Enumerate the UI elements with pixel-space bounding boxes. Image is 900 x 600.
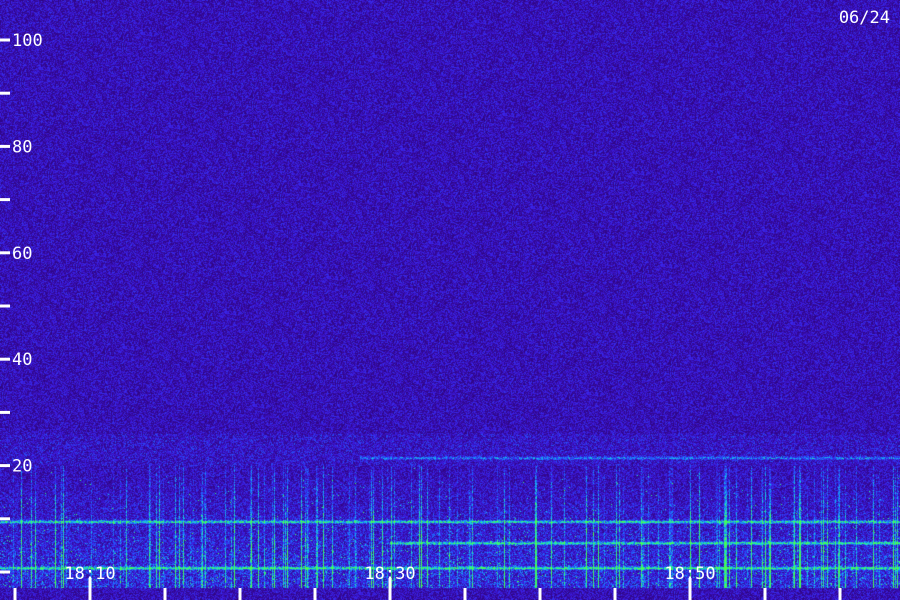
x-tick-label: 18:50 (664, 564, 715, 584)
y-tick-label: 40 (12, 350, 32, 370)
y-tick-label: 100 (12, 31, 43, 51)
y-tick-label: 80 (12, 137, 32, 157)
x-tick-label: 18:30 (364, 564, 415, 584)
x-tick-label: 18:10 (64, 564, 115, 584)
spectrogram-heatmap (0, 0, 900, 600)
date-label: 06/24 (839, 8, 890, 28)
y-tick-label: 20 (12, 457, 32, 477)
y-tick-label: 60 (12, 244, 32, 264)
spectrogram-chart: 20 40 60 80 100 18:10 18:30 18:50 06/24 (0, 0, 900, 600)
